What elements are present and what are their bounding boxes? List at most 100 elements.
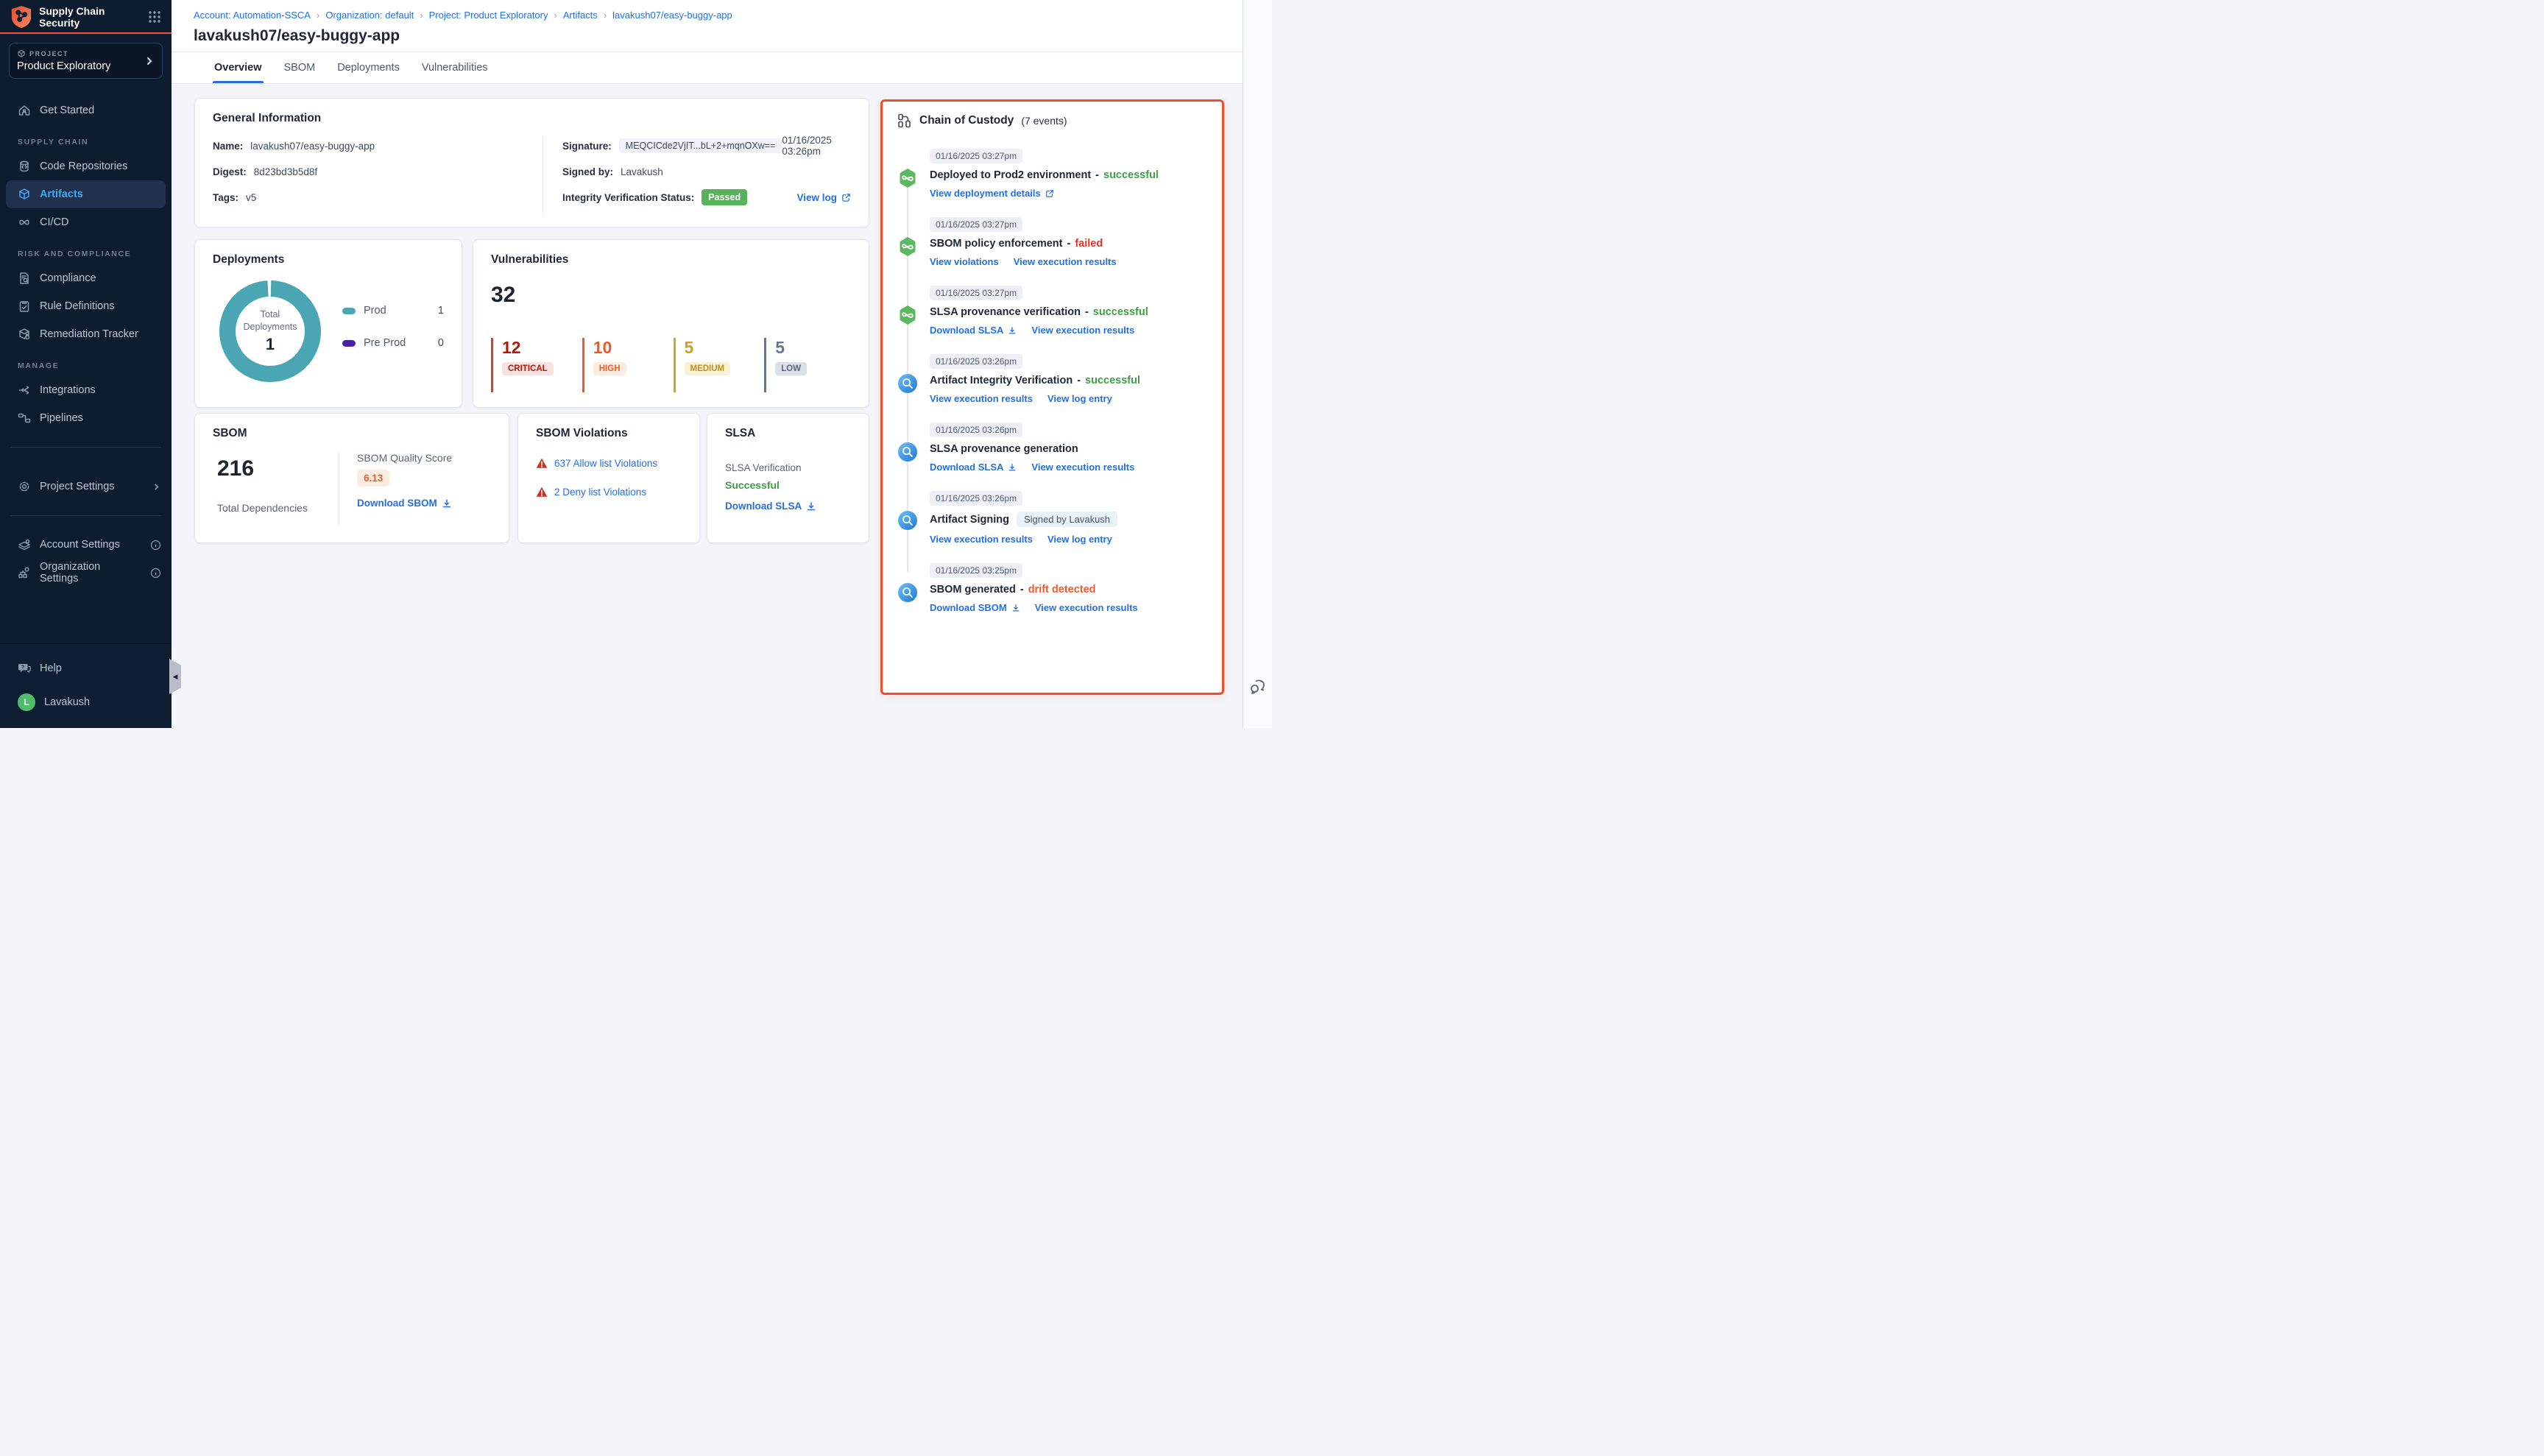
event-timestamp: 01/16/2025 03:25pm <box>930 563 1022 578</box>
event-timestamp: 01/16/2025 03:26pm <box>930 423 1022 437</box>
download-slsa-link[interactable]: Download SLSA <box>930 462 1017 473</box>
coc-event-sbom-generated: 01/16/2025 03:25pm SBOM generated-drift … <box>897 563 1207 613</box>
view-execution-results-link[interactable]: View execution results <box>1035 602 1138 613</box>
sbom-card: SBOM 216 Total Dependencies SBOM Quality… <box>194 413 509 543</box>
right-gutter <box>1243 0 1272 728</box>
breadcrumb-artifacts[interactable]: Artifacts <box>563 10 598 21</box>
download-slsa-link[interactable]: Download SLSA <box>930 325 1017 336</box>
download-sbom-link[interactable]: Download SBOM <box>357 498 452 509</box>
view-log-entry-link[interactable]: View log entry <box>1047 393 1112 404</box>
digest-value: 8d23bd3b5d8f <box>254 166 317 177</box>
tab-vulnerabilities[interactable]: Vulnerabilities <box>420 52 490 83</box>
event-status: successful <box>1093 306 1148 318</box>
doc-search-icon <box>18 272 31 285</box>
sbom-violations-card: SBOM Violations 637 Allow list Violation… <box>517 413 700 543</box>
user-name: Lavakush <box>44 696 90 708</box>
chevron-right-icon <box>144 56 155 66</box>
breadcrumb-account[interactable]: Account: Automation-SSCA <box>194 10 311 21</box>
deny-list-violations-link[interactable]: 2 Deny list Violations <box>554 487 646 498</box>
sidebar-item-pipelines[interactable]: Pipelines <box>0 404 172 432</box>
apps-grid-icon[interactable] <box>148 10 161 24</box>
scan-event-icon <box>897 442 918 462</box>
view-log-entry-link[interactable]: View log entry <box>1047 534 1112 545</box>
sidebar-item-code-repositories[interactable]: Code Repositories <box>0 152 172 180</box>
tab-overview[interactable]: Overview <box>213 52 264 83</box>
sidebar-item-cicd[interactable]: CI/CD <box>0 208 172 236</box>
event-timestamp: 01/16/2025 03:26pm <box>930 354 1022 369</box>
integrity-status-badge: Passed <box>702 189 747 205</box>
sbom-violations-title: SBOM Violations <box>536 427 682 440</box>
signed-by-value: Lavakush <box>621 166 663 177</box>
box-wrench-icon <box>18 328 31 341</box>
warning-triangle-icon <box>536 458 548 469</box>
breadcrumb-separator: › <box>317 10 319 21</box>
signed-by-label: Signed by: <box>562 166 613 177</box>
coc-event-slsa-generation: 01/16/2025 03:26pm SLSA provenance gener… <box>897 423 1207 473</box>
sidebar-header: Supply Chain Security <box>0 0 172 32</box>
allow-list-violations-link[interactable]: 637 Allow list Violations <box>554 458 657 469</box>
vulnerabilities-card: Vulnerabilities 32 12 CRITICAL 10 HIGH 5… <box>473 239 869 408</box>
event-timestamp: 01/16/2025 03:27pm <box>930 149 1022 163</box>
tab-deployments[interactable]: Deployments <box>336 52 401 83</box>
sidebar-item-remediation-tracker[interactable]: Remediation Tracker <box>0 320 172 348</box>
vulnerabilities-title: Vulnerabilities <box>491 253 851 266</box>
total-dependencies-label: Total Dependencies <box>217 502 308 514</box>
legend-item-prod: Prod 1 <box>342 305 444 317</box>
project-cube-icon <box>17 49 26 58</box>
code-repo-icon <box>18 160 31 173</box>
digest-label: Digest: <box>213 166 247 177</box>
medium-badge: MEDIUM <box>685 362 731 375</box>
general-information-card: General Information Name:lavakush07/easy… <box>194 98 869 227</box>
chat-bubbles-icon[interactable] <box>1249 678 1267 696</box>
view-execution-results-link[interactable]: View execution results <box>1014 256 1117 267</box>
clipboard-check-icon <box>18 300 31 313</box>
breadcrumb-artifact-name[interactable]: lavakush07/easy-buggy-app <box>612 10 732 21</box>
view-execution-results-link[interactable]: View execution results <box>1031 462 1134 473</box>
event-status: successful <box>1085 375 1140 386</box>
signature-label: Signature: <box>562 141 612 152</box>
download-slsa-link[interactable]: Download SLSA <box>725 501 816 512</box>
tab-sbom[interactable]: SBOM <box>283 52 317 83</box>
project-selector[interactable]: PROJECT Product Exploratory <box>9 43 163 79</box>
sidebar-item-rule-definitions[interactable]: Rule Definitions <box>0 292 172 320</box>
user-menu[interactable]: L Lavakush <box>0 688 172 716</box>
sidebar-item-organization-settings[interactable]: Organization Settings <box>0 559 172 587</box>
deny-list-violations: 2 Deny list Violations <box>536 487 682 498</box>
share-network-icon <box>18 384 31 397</box>
sidebar-item-compliance[interactable]: Compliance <box>0 264 172 292</box>
breadcrumb-project[interactable]: Project: Product Exploratory <box>429 10 548 21</box>
view-log-link[interactable]: View log <box>796 192 851 203</box>
sidebar-item-integrations[interactable]: Integrations <box>0 376 172 404</box>
breadcrumb-separator: › <box>554 10 557 21</box>
supply-chain-security-logo-icon <box>10 5 32 29</box>
info-icon <box>150 540 161 551</box>
scan-event-icon <box>897 373 918 394</box>
view-execution-results-link[interactable]: View execution results <box>1031 325 1134 336</box>
sidebar-item-account-settings[interactable]: Account Settings <box>0 531 172 559</box>
sidebar-item-get-started[interactable]: Get Started <box>0 96 172 124</box>
sidebar-item-artifacts[interactable]: Artifacts <box>6 180 166 208</box>
download-icon <box>1008 463 1017 472</box>
sidebar-divider <box>10 447 161 448</box>
sidebar-item-help[interactable]: ? Help <box>0 654 172 682</box>
download-icon <box>442 498 452 509</box>
event-timestamp: 01/16/2025 03:27pm <box>930 217 1022 232</box>
view-deployment-details-link[interactable]: View deployment details <box>930 188 1054 199</box>
tags-value: v5 <box>246 192 256 203</box>
avatar: L <box>18 693 35 711</box>
low-badge: LOW <box>775 362 807 375</box>
deployment-event-icon <box>897 168 918 188</box>
view-violations-link[interactable]: View violations <box>930 256 999 267</box>
pre-prod-count: 0 <box>438 337 444 349</box>
infinity-icon <box>18 216 31 229</box>
view-execution-results-link[interactable]: View execution results <box>930 534 1033 545</box>
event-timestamp: 01/16/2025 03:26pm <box>930 491 1022 506</box>
view-execution-results-link[interactable]: View execution results <box>930 393 1033 404</box>
signed-by-badge: Signed by Lavakush <box>1017 512 1117 527</box>
home-icon <box>18 104 31 117</box>
sidebar-item-project-settings[interactable]: Project Settings <box>0 473 172 501</box>
chain-of-custody-card: Chain of Custody (7 events) 01/16/2025 0… <box>880 99 1224 695</box>
breadcrumb-organization[interactable]: Organization: default <box>325 10 414 21</box>
download-sbom-link[interactable]: Download SBOM <box>930 602 1020 613</box>
coc-event-artifact-signing: 01/16/2025 03:26pm Artifact SigningSigne… <box>897 491 1207 545</box>
